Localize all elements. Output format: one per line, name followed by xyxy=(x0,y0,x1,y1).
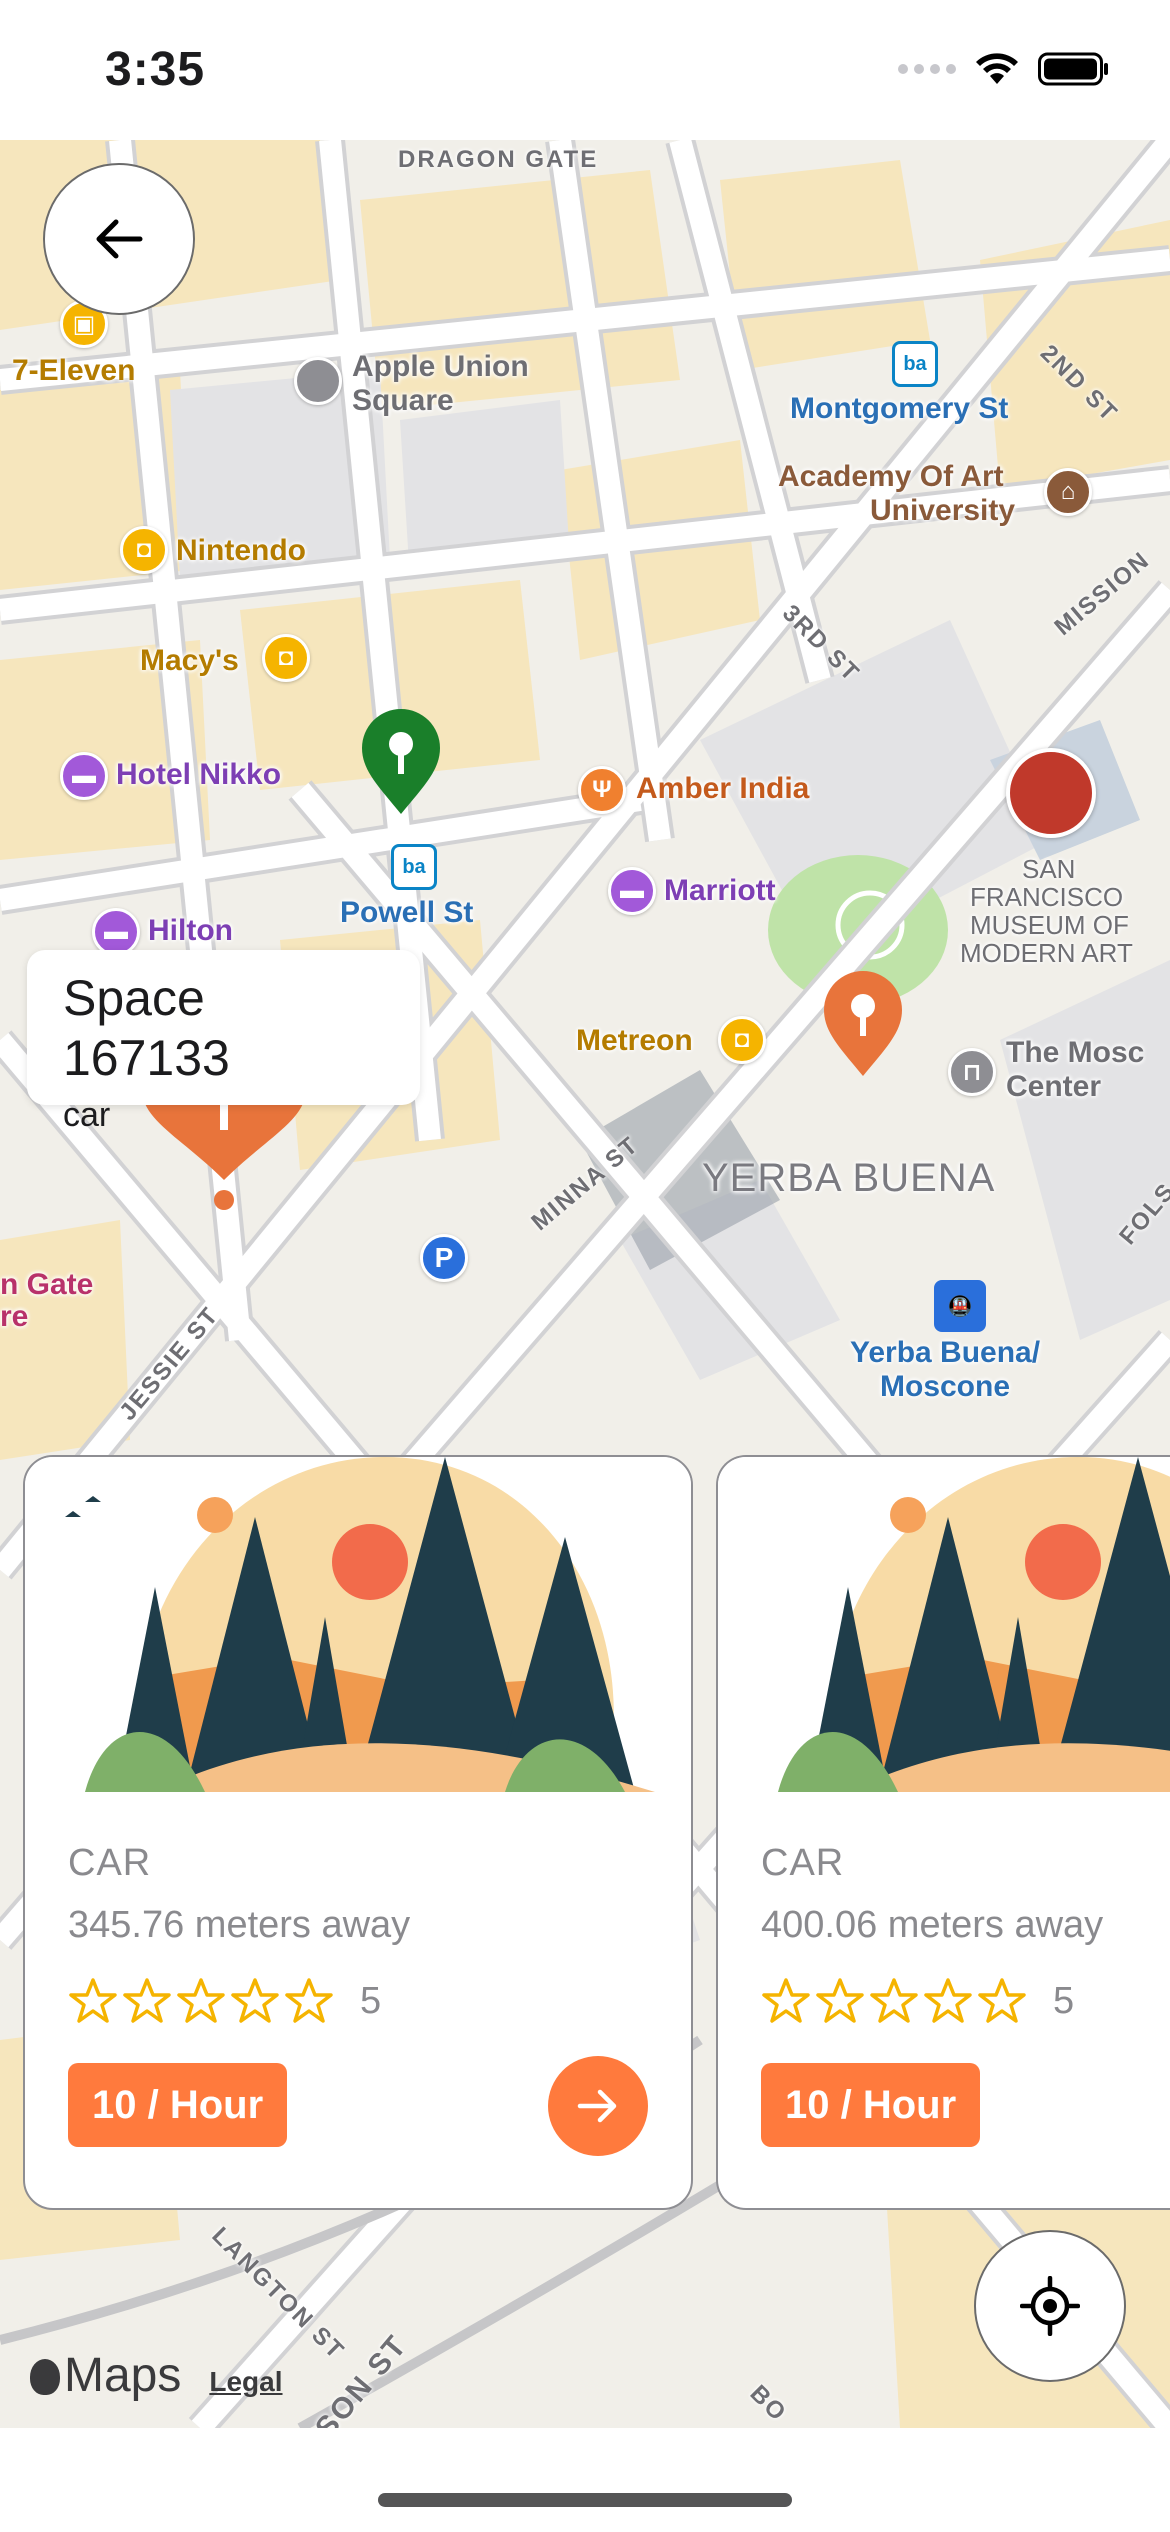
map-label-yb-station-line1: Yerba Buena/ xyxy=(850,1336,1041,1369)
map-label-sfmoma-line4: MODERN ART xyxy=(960,938,1133,968)
map-label-7eleven: 7-Eleven xyxy=(12,354,136,387)
parking-card[interactable]: CAR 400.06 meters away 5 10 / Hour xyxy=(716,1455,1170,2210)
apple-logo-icon xyxy=(30,2359,60,2395)
battery-icon xyxy=(1038,52,1108,86)
space-callout[interactable]: Space 167133 car xyxy=(27,950,420,1134)
poi-apple-icon[interactable] xyxy=(294,357,342,405)
parking-card[interactable]: CAR 345.76 meters away 5 10 / Hour xyxy=(23,1455,693,2210)
card-rating: 5 xyxy=(68,1977,381,2025)
poi-marriott-icon[interactable]: ▬ xyxy=(608,867,656,915)
map-label-academy-line2: University xyxy=(870,494,1016,527)
star-outline-icon xyxy=(870,1978,918,2023)
transit-powell-icon[interactable]: ba xyxy=(391,844,437,890)
card-type: CAR xyxy=(761,1842,845,1884)
crosshair-icon xyxy=(1020,2276,1080,2336)
wifi-icon xyxy=(976,53,1018,84)
poi-academy-icon[interactable]: ⌂ xyxy=(1044,468,1092,516)
map-label-moscone-line1: The Mosc xyxy=(1006,1036,1145,1069)
transit-yerba-buena-icon[interactable]: 🚇 xyxy=(934,1280,986,1332)
poi-hilton-icon[interactable]: ▬ xyxy=(92,908,140,956)
map-label-golden-gate-line2: re xyxy=(0,1300,29,1333)
poi-macys-icon[interactable]: ◘ xyxy=(262,634,310,682)
status-time: 3:35 xyxy=(105,43,206,96)
callout-subtitle: car xyxy=(63,1096,111,1134)
poi-metreon-icon[interactable]: ◘ xyxy=(718,1016,766,1064)
map-label-powell: Powell St xyxy=(340,896,474,929)
map-label-hilton: Hilton xyxy=(148,914,233,947)
map-label-metreon: Metreon xyxy=(576,1024,693,1057)
map-label-dragon-gate: DRAGON GATE xyxy=(398,146,599,173)
star-outline-icon xyxy=(231,1978,279,2023)
map-label-yb-station-line2: Moscone xyxy=(880,1370,1011,1403)
card-distance: 400.06 meters away xyxy=(761,1904,1104,1946)
arrow-left-icon xyxy=(96,219,143,259)
card-rating: 5 xyxy=(761,1977,1074,2025)
poi-nintendo-icon[interactable]: ◘ xyxy=(120,526,168,574)
map-label-academy-line1: Academy Of Art xyxy=(778,460,1004,493)
map-label-sfmoma-line2: FRANCISCO xyxy=(970,882,1124,912)
map-label-yerba-buena: YERBA BUENA xyxy=(702,1156,996,1200)
card-illustration xyxy=(25,1457,691,1792)
maps-logo: Maps xyxy=(30,2348,181,2403)
map-label-hotel-nikko: Hotel Nikko xyxy=(116,758,282,791)
transit-montgomery-icon[interactable]: ba xyxy=(892,341,938,387)
card-illustration xyxy=(718,1457,1170,1792)
star-outline-icon xyxy=(816,1978,864,2023)
poi-amber-india-icon[interactable]: Ψ xyxy=(578,766,626,814)
star-outline-icon xyxy=(924,1978,972,2023)
star-outline-icon xyxy=(285,1978,333,2023)
map-label-apple-line2: Square xyxy=(352,384,454,417)
poi-hotel-nikko-icon[interactable]: ▬ xyxy=(60,752,108,800)
price-button[interactable]: 10 / Hour xyxy=(761,2063,981,2147)
map-label-marriott: Marriott xyxy=(664,874,776,907)
status-icons xyxy=(898,52,1110,86)
legal-link[interactable]: Legal xyxy=(209,2366,282,2398)
star-outline-icon xyxy=(69,1978,117,2023)
map-pin-orange-icon[interactable] xyxy=(820,968,906,1078)
star-outline-icon xyxy=(123,1978,171,2023)
back-button[interactable] xyxy=(43,163,195,315)
map-label-golden-gate-line1: n Gate xyxy=(0,1268,94,1301)
poi-sfmoma-icon[interactable] xyxy=(1006,748,1096,838)
maps-attribution: Maps Legal xyxy=(30,2348,283,2403)
go-button[interactable] xyxy=(548,2056,648,2156)
status-bar: 3:35 xyxy=(0,0,1170,140)
cellular-signal-icon xyxy=(898,64,956,74)
card-type: CAR xyxy=(68,1842,152,1884)
map-label-montgomery: Montgomery St xyxy=(790,392,1009,425)
star-outline-icon xyxy=(762,1978,810,2023)
star-outline-icon xyxy=(177,1978,225,2023)
parking-icon[interactable]: P xyxy=(420,1234,468,1282)
bottom-safe-area xyxy=(0,2428,1170,2532)
star-outline-icon xyxy=(978,1978,1026,2023)
price-button[interactable]: 10 / Hour xyxy=(68,2063,288,2147)
locate-me-button[interactable] xyxy=(974,2230,1126,2382)
map-label-amber-india: Amber India xyxy=(636,772,810,805)
map-label-moscone-line2: Center xyxy=(1006,1070,1102,1103)
callout-title: Space 167133 xyxy=(63,970,230,1086)
card-distance: 345.76 meters away xyxy=(68,1904,411,1946)
map-label-nintendo: Nintendo xyxy=(176,534,306,567)
map-label-sfmoma-line1: SAN xyxy=(1022,854,1076,884)
home-indicator[interactable] xyxy=(378,2493,792,2507)
map-label-sfmoma-line3: MUSEUM OF xyxy=(970,910,1129,940)
arrow-right-icon xyxy=(577,2089,617,2123)
map-pin-green-icon[interactable] xyxy=(358,706,444,816)
poi-moscone-icon[interactable]: ⊓ xyxy=(948,1048,996,1096)
map-label-apple-line1: Apple Union xyxy=(352,350,529,383)
card-rating-value: 5 xyxy=(1053,1979,1075,2022)
card-rating-value: 5 xyxy=(360,1979,382,2022)
map-label-macys: Macy's xyxy=(140,644,239,677)
